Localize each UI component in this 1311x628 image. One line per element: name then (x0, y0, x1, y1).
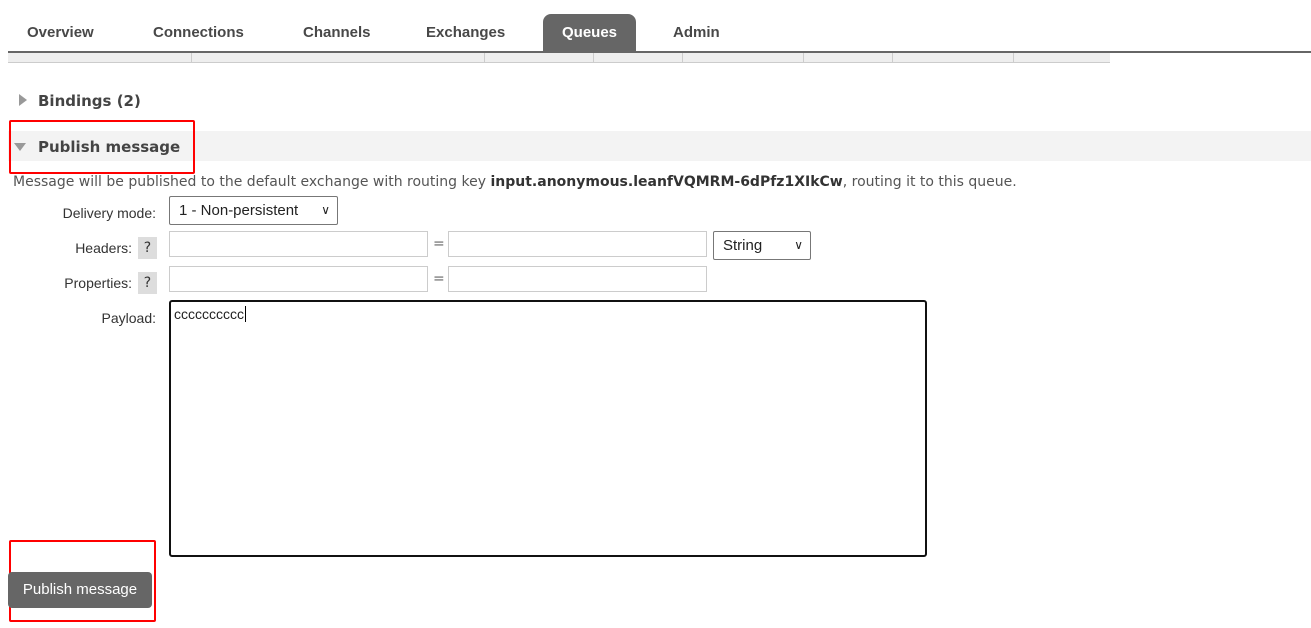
chevron-down-icon: ∨ (321, 203, 330, 217)
equals-sign: = (433, 271, 445, 287)
tab-admin[interactable]: Admin (654, 14, 739, 52)
headers-help-button[interactable]: ? (138, 237, 157, 259)
expand-triangle-icon[interactable] (19, 94, 27, 106)
payload-textarea[interactable]: cccccccccc (169, 300, 927, 557)
publish-info: Message will be published to the default… (13, 174, 1017, 190)
info-suffix: , routing it to this queue. (842, 174, 1017, 190)
chevron-down-icon: ∨ (794, 238, 803, 252)
tab-channels[interactable]: Channels (284, 14, 390, 52)
delivery-mode-select[interactable]: 1 - Non-persistent ∨ (169, 196, 338, 225)
headers-label: Headers: (75, 240, 132, 256)
table-row-partial (8, 53, 1110, 63)
properties-label: Properties: (64, 275, 132, 291)
payload-text: cccccccccc (174, 306, 244, 322)
property-key-input[interactable] (169, 266, 428, 292)
property-value-input[interactable] (448, 266, 707, 292)
bindings-section-toggle[interactable]: Bindings (2) (38, 92, 141, 110)
tab-exchanges[interactable]: Exchanges (407, 14, 524, 52)
header-key-input[interactable] (169, 231, 428, 257)
highlight-box (9, 120, 195, 174)
properties-help-button[interactable]: ? (138, 272, 157, 294)
text-cursor (245, 306, 246, 322)
info-prefix: Message will be published to the default… (13, 174, 491, 190)
header-value-input[interactable] (448, 231, 707, 257)
payload-label: Payload: (101, 310, 156, 326)
header-type-select[interactable]: String ∨ (713, 231, 811, 260)
routing-key: input.anonymous.leanfVQMRM-6dPfz1XIkCw (490, 174, 843, 190)
publish-message-button[interactable]: Publish message (8, 572, 152, 608)
tab-queues[interactable]: Queues (543, 14, 637, 52)
delivery-mode-value: 1 - Non-persistent (179, 202, 299, 219)
header-type-value: String (723, 237, 763, 254)
tab-connections[interactable]: Connections (134, 14, 263, 52)
equals-sign: = (433, 236, 445, 252)
delivery-mode-label: Delivery mode: (62, 205, 156, 221)
tab-overview[interactable]: Overview (8, 14, 113, 52)
publish-section-header (8, 131, 1311, 161)
